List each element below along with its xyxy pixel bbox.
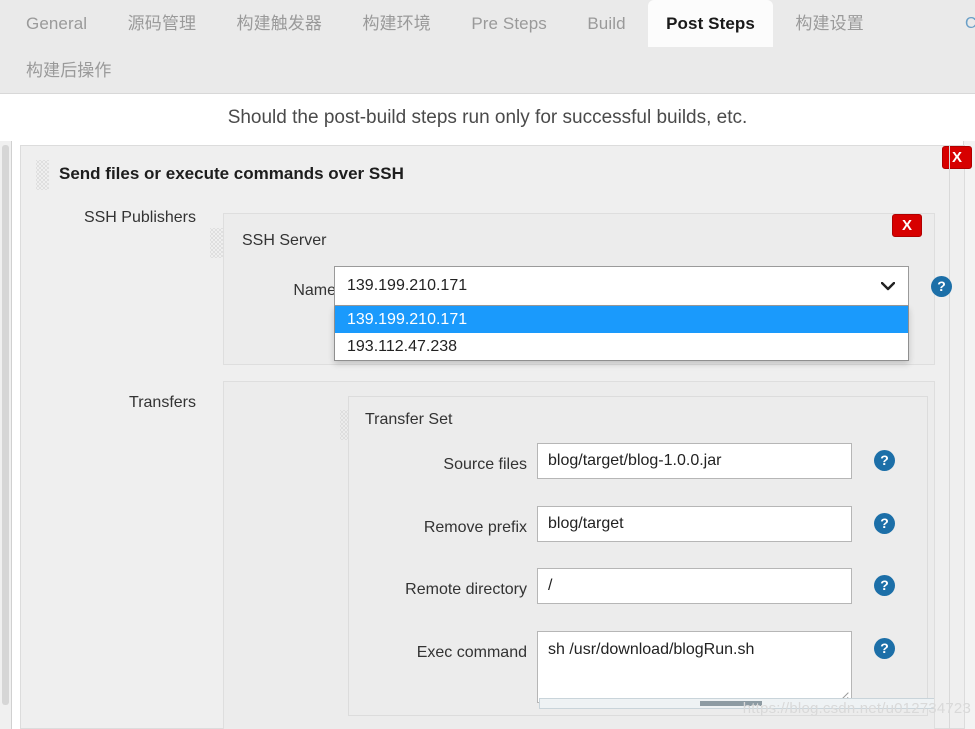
tab-build[interactable]: Build xyxy=(569,0,643,47)
help-icon-exec-command[interactable]: ? xyxy=(874,638,895,659)
tab-row-secondary: 构建后操作 xyxy=(0,47,975,94)
tab-build-environment[interactable]: 构建环境 xyxy=(344,0,448,47)
tab-post-build-actions[interactable]: 构建后操作 xyxy=(8,47,130,94)
ssh-server-name-options: 139.199.210.171 193.112.47.238 xyxy=(334,306,909,361)
ssh-plugin-panel: Send files or execute commands over SSH … xyxy=(20,145,972,729)
ssh-server-option-0[interactable]: 139.199.210.171 xyxy=(335,306,908,333)
help-icon-ssh-server-name[interactable]: ? xyxy=(931,276,952,297)
tab-build-settings[interactable]: 构建设置 xyxy=(777,0,881,47)
drag-handle-icon[interactable] xyxy=(36,160,49,190)
ssh-server-block: SSH Server X Name 139.199.210.171 139.19… xyxy=(210,213,952,365)
scrollbar-thumb[interactable] xyxy=(2,145,9,705)
page-root: General 源码管理 构建触发器 构建环境 Pre Steps Build … xyxy=(0,0,975,729)
input-exec-command[interactable] xyxy=(537,631,852,703)
tab-bar: General 源码管理 构建触发器 构建环境 Pre Steps Build … xyxy=(0,0,975,94)
tab-build-triggers[interactable]: 构建触发器 xyxy=(219,0,341,47)
label-ssh-publishers: SSH Publishers xyxy=(83,209,196,226)
panel-title: Send files or execute commands over SSH xyxy=(59,164,404,183)
transfers-block: Transfer Set Source files ? Remove prefi… xyxy=(223,381,935,729)
label-ssh-server-name: Name xyxy=(293,282,336,299)
ssh-server-name-select-wrap: 139.199.210.171 139.199.210.171 193.112.… xyxy=(334,266,909,361)
label-remote-directory: Remote directory xyxy=(405,581,527,598)
help-icon-remove-prefix[interactable]: ? xyxy=(874,513,895,534)
horizontal-scrollbar-thumb[interactable] xyxy=(700,701,762,706)
help-icon-remote-directory[interactable]: ? xyxy=(874,575,895,596)
tab-post-steps[interactable]: Post Steps xyxy=(648,0,773,47)
panel-header: Send files or execute commands over SSH … xyxy=(21,146,972,202)
transfer-set-title: Transfer Set xyxy=(365,411,453,428)
transfer-set-block: Transfer Set Source files ? Remove prefi… xyxy=(348,396,934,716)
label-remove-prefix: Remove prefix xyxy=(423,519,527,536)
help-icon-source-files[interactable]: ? xyxy=(874,450,895,471)
ssh-server-close-button[interactable]: X xyxy=(892,214,922,237)
tab-source-management[interactable]: 源码管理 xyxy=(110,0,214,47)
ssh-server-title: SSH Server xyxy=(242,232,327,249)
ssh-server-option-1[interactable]: 193.112.47.238 xyxy=(335,333,908,360)
tab-general[interactable]: General xyxy=(8,0,105,47)
panel-close-button[interactable]: X xyxy=(942,146,972,169)
input-remove-prefix[interactable] xyxy=(537,506,852,542)
transfer-set-horizontal-scrollbar[interactable] xyxy=(539,698,934,709)
label-transfers: Transfers xyxy=(129,394,196,411)
ssh-server-name-select[interactable]: 139.199.210.171 xyxy=(334,266,909,306)
tab-row-primary: General 源码管理 构建触发器 构建环境 Pre Steps Build … xyxy=(0,0,975,47)
label-exec-command: Exec command xyxy=(416,644,527,661)
ssh-server-drag-handle-icon[interactable] xyxy=(210,228,223,258)
tab-pre-steps[interactable]: Pre Steps xyxy=(453,0,565,47)
tab-overflow-partial: C xyxy=(965,15,975,32)
input-remote-directory[interactable] xyxy=(537,568,852,604)
page-scrollbar-left[interactable] xyxy=(0,141,12,729)
page-subtitle: Should the post-build steps run only for… xyxy=(0,95,975,141)
panel-divider xyxy=(949,146,950,729)
label-source-files: Source files xyxy=(443,456,527,473)
input-source-files[interactable] xyxy=(537,443,852,479)
